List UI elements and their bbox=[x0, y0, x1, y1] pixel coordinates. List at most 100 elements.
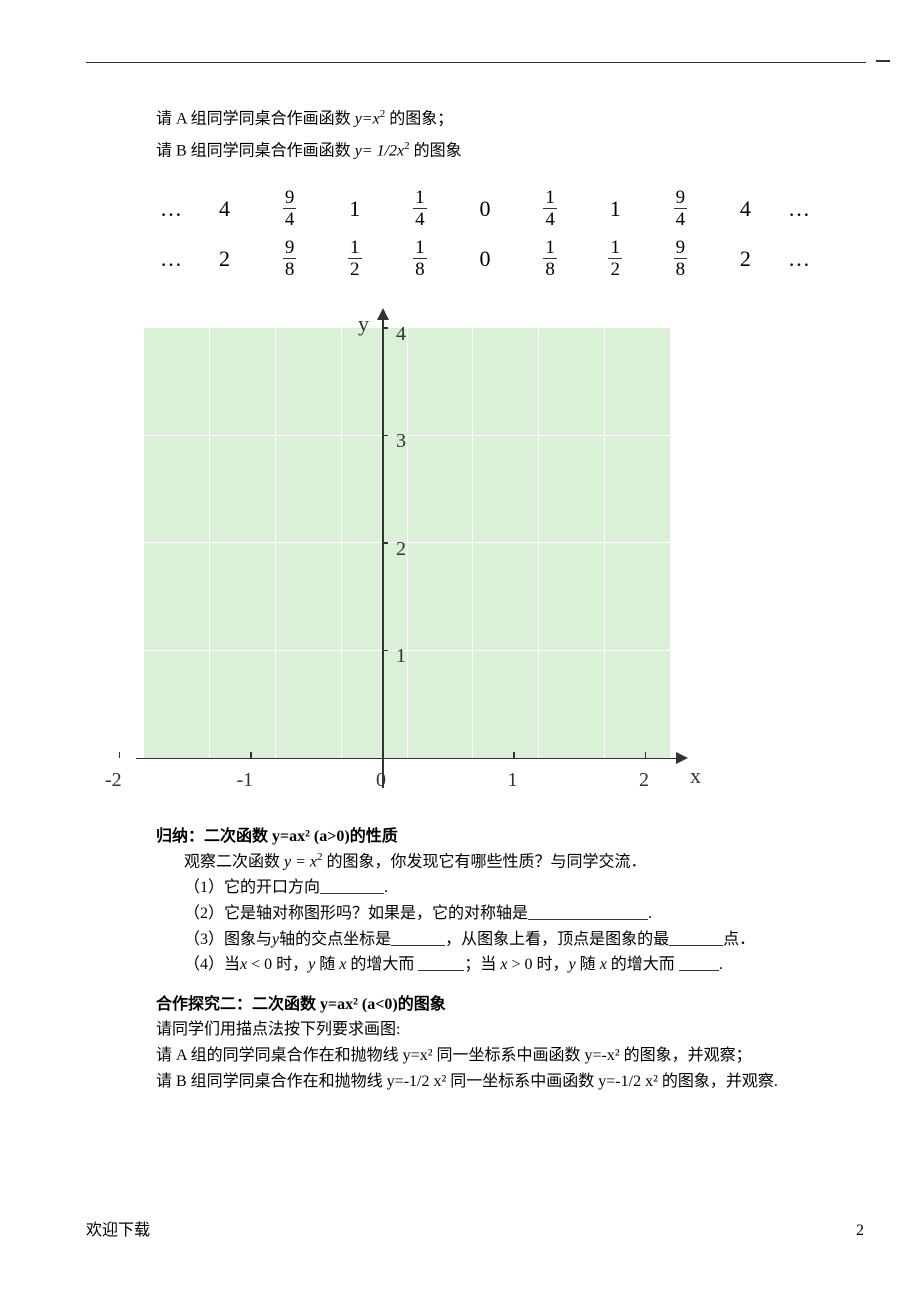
table-cell: 2 bbox=[192, 241, 257, 276]
table-cell: … bbox=[778, 191, 820, 226]
y-var: y bbox=[569, 956, 576, 973]
blank-field[interactable] bbox=[391, 932, 445, 946]
text: > 0 时， bbox=[508, 956, 569, 973]
text: . bbox=[648, 905, 652, 922]
blank-field[interactable] bbox=[528, 906, 648, 920]
y-tick-label: 4 bbox=[396, 318, 406, 350]
text: 轴的交点坐标是 bbox=[279, 931, 391, 948]
x-tick-label: 1 bbox=[508, 764, 518, 796]
table-cell: 1 bbox=[583, 191, 648, 226]
table-row-2: …298121801812982… bbox=[150, 234, 820, 284]
text: 的增大而 bbox=[607, 956, 679, 973]
fx-a: y=x bbox=[355, 110, 380, 127]
grid-line bbox=[144, 435, 670, 436]
x-var: x bbox=[600, 956, 607, 973]
text: 的图象 bbox=[410, 142, 462, 159]
y-tick-label: 3 bbox=[396, 425, 406, 457]
text: 请 A 组同学同桌合作画函数 bbox=[156, 110, 355, 127]
task-line-a: 请 A 组同学同桌合作画函数 y=x2 的图象； bbox=[156, 106, 834, 132]
x-tick-label: 0 bbox=[376, 764, 386, 796]
table-cell: 12 bbox=[583, 238, 648, 279]
x-var: x bbox=[500, 956, 507, 973]
table-cell: 94 bbox=[257, 188, 322, 229]
tick bbox=[382, 542, 388, 544]
tick bbox=[119, 752, 121, 758]
section-exploration-2: 合作探究二：二次函数 y=ax² (a<0)的图象 请同学们用描点法按下列要求画… bbox=[156, 992, 834, 1094]
table-cell: 14 bbox=[518, 188, 583, 229]
question-3: （3）图象与y轴的交点坐标是，从图象上看，顶点是图象的最点． bbox=[156, 927, 834, 953]
table-cell: 18 bbox=[387, 238, 452, 279]
section-title-2: 合作探究二：二次函数 y=ax² (a<0)的图象 bbox=[156, 992, 834, 1018]
table-cell: … bbox=[150, 241, 192, 276]
text: （4）当 bbox=[184, 956, 240, 973]
tick bbox=[513, 752, 515, 758]
table-cell: 12 bbox=[322, 238, 387, 279]
blank-field[interactable] bbox=[679, 957, 719, 971]
question-4: （4）当x < 0 时，y 随 x 的增大而 ；当 x > 0 时，y 随 x … bbox=[156, 952, 834, 978]
text: < 0 时， bbox=[247, 956, 308, 973]
header-dash bbox=[876, 60, 890, 62]
instruction-line-a: 请 A 组的同学同桌合作在和抛物线 y=x² 同一坐标系中画函数 y=-x² 的… bbox=[156, 1043, 834, 1069]
y-tick-label: 1 bbox=[396, 640, 406, 672]
x-axis-arrow-icon bbox=[676, 752, 688, 764]
tick bbox=[382, 327, 388, 329]
instruction-line-b: 请 B 组同学同桌合作在和抛物线 y=-1/2 x² 同一坐标系中画函数 y=-… bbox=[156, 1069, 834, 1095]
table-cell: 2 bbox=[713, 241, 778, 276]
question-2: （2）它是轴对称图形吗？如果是，它的对称轴是. bbox=[156, 901, 834, 927]
page-number: 2 bbox=[856, 1218, 864, 1244]
table-cell: 14 bbox=[387, 188, 452, 229]
blank-field[interactable] bbox=[418, 957, 464, 971]
table-cell: 98 bbox=[648, 238, 713, 279]
text: 观察二次函数 bbox=[184, 854, 284, 871]
text: 请 B 组同学同桌合作画函数 bbox=[156, 142, 355, 159]
question-1: （1）它的开口方向________. bbox=[156, 875, 834, 901]
text: 的增大而 bbox=[346, 956, 418, 973]
table-cell: 1 bbox=[322, 191, 387, 226]
tick bbox=[382, 650, 388, 652]
x-tick-label: -1 bbox=[237, 764, 254, 796]
text: 随 bbox=[576, 956, 600, 973]
x-axis bbox=[136, 758, 680, 760]
header-rule bbox=[86, 62, 866, 63]
observation-line: 观察二次函数 y = x2 的图象，你发现它有哪些性质？与同学交流． bbox=[156, 849, 834, 875]
y-tick-label: 2 bbox=[396, 533, 406, 565]
y-label: y bbox=[358, 306, 369, 341]
table-cell: 4 bbox=[713, 191, 778, 226]
text: 的图象； bbox=[385, 110, 453, 127]
task-line-b: 请 B 组同学同桌合作画函数 y= 1/2x2 的图象 bbox=[156, 138, 834, 164]
x-tick-label: 2 bbox=[639, 764, 649, 796]
blank-field[interactable] bbox=[669, 932, 723, 946]
instruction-line: 请同学们用描点法按下列要求画图: bbox=[156, 1017, 834, 1043]
text: （2）它是轴对称图形吗？如果是，它的对称轴是 bbox=[184, 905, 528, 922]
text: 随 bbox=[315, 956, 339, 973]
x-tick-label: -2 bbox=[105, 764, 122, 796]
tick bbox=[645, 752, 647, 758]
table-cell: 4 bbox=[192, 191, 257, 226]
text: 的图象，你发现它有哪些性质？与同学交流． bbox=[323, 854, 647, 871]
table-cell: 94 bbox=[648, 188, 713, 229]
text: ；当 bbox=[464, 956, 500, 973]
tick bbox=[382, 435, 388, 437]
table-cell: … bbox=[150, 191, 192, 226]
y-axis-arrow-icon bbox=[377, 308, 389, 320]
section-title: 归纳：二次函数 y=ax² (a>0)的性质 bbox=[156, 824, 834, 850]
grid-line bbox=[144, 650, 670, 651]
table-cell: 0 bbox=[452, 241, 517, 276]
value-table: …4941140141944… …298121801812982… bbox=[150, 184, 820, 284]
fx: y = x bbox=[284, 854, 317, 871]
text: （3）图象与 bbox=[184, 931, 272, 948]
table-cell: 0 bbox=[452, 191, 517, 226]
table-cell: 18 bbox=[518, 238, 583, 279]
y-axis bbox=[382, 314, 384, 788]
section-summary: 归纳：二次函数 y=ax² (a>0)的性质 观察二次函数 y = x2 的图象… bbox=[156, 824, 834, 978]
coordinate-grid: y x -2-10121234 bbox=[118, 296, 708, 806]
table-row-1: …4941140141944… bbox=[150, 184, 820, 234]
page-content: 请 A 组同学同桌合作画函数 y=x2 的图象； 请 B 组同学同桌合作画函数 … bbox=[0, 0, 920, 1094]
text: 点． bbox=[723, 931, 755, 948]
tick bbox=[250, 752, 252, 758]
table-cell: … bbox=[778, 241, 820, 276]
text: . bbox=[719, 956, 723, 973]
text: ，从图象上看，顶点是图象的最 bbox=[445, 931, 669, 948]
fx-b: y= 1/2x bbox=[355, 142, 404, 159]
table-cell: 98 bbox=[257, 238, 322, 279]
